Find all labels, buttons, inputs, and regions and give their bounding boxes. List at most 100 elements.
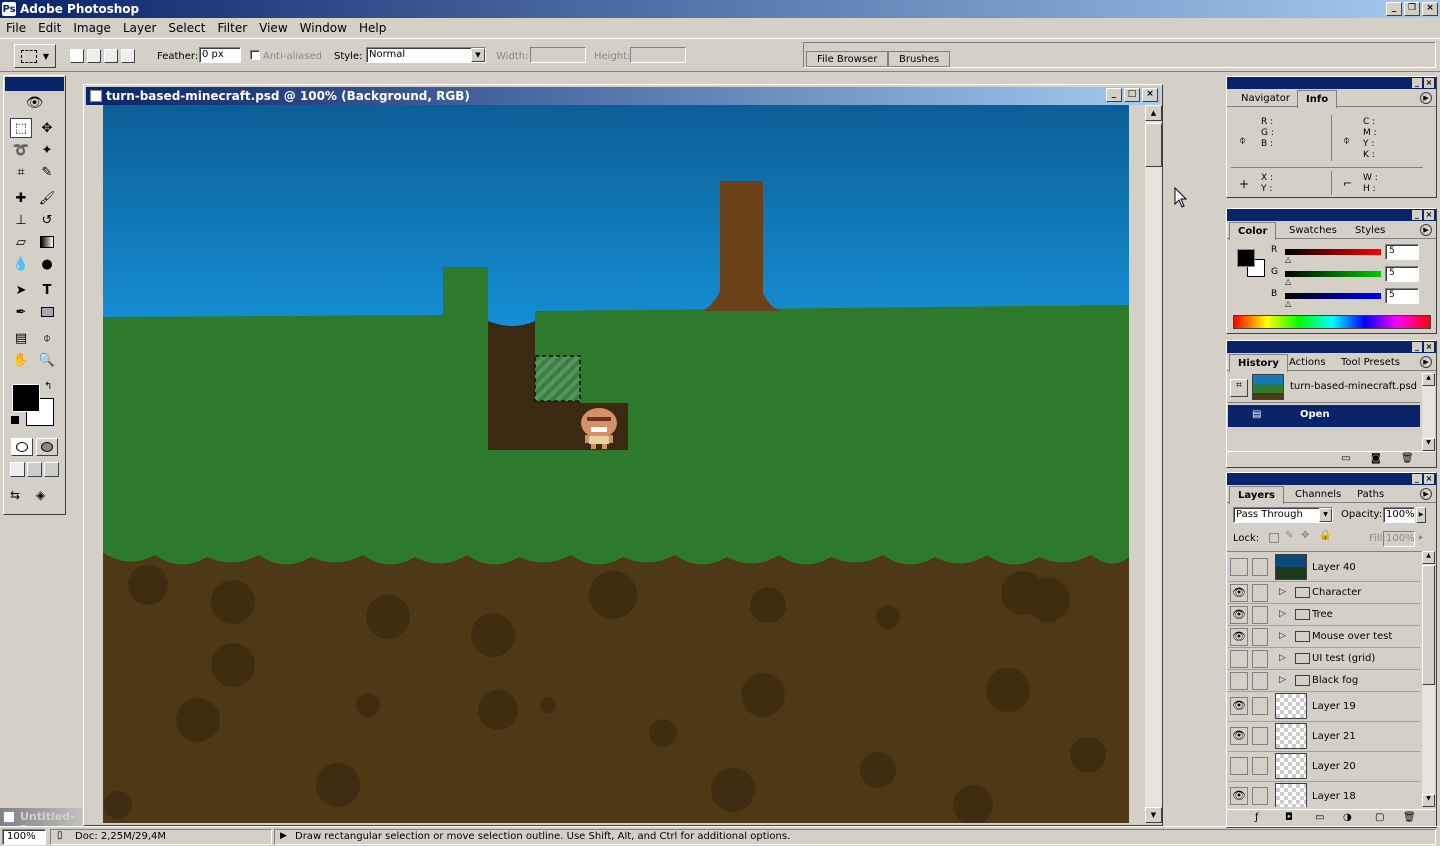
expand-arrow-icon[interactable]: ▷ <box>1279 675 1286 685</box>
menu-filter[interactable]: Filter <box>211 21 253 35</box>
notes-icon[interactable]: ▤ <box>10 328 32 348</box>
image-canvas[interactable] <box>103 105 1129 823</box>
link-toggle[interactable] <box>1252 672 1268 690</box>
color-r-input[interactable]: 5 <box>1385 244 1419 260</box>
tab-styles[interactable]: Styles <box>1349 224 1391 237</box>
layer-row[interactable]: Layer 40 <box>1228 554 1420 582</box>
tab-layers[interactable]: Layers <box>1229 486 1284 504</box>
layer-row[interactable]: Layer 20 <box>1228 752 1420 782</box>
standard-screen-icon[interactable] <box>10 462 25 477</box>
menu-view[interactable]: View <box>253 21 293 35</box>
visibility-toggle[interactable] <box>1230 757 1248 775</box>
tab-channels[interactable]: Channels <box>1289 488 1347 501</box>
layer-row[interactable]: 👁 ▷ Tree <box>1228 604 1420 626</box>
slider-r-track[interactable] <box>1285 249 1381 255</box>
palette-menu-icon[interactable]: ▶ <box>1420 488 1432 500</box>
expand-arrow-icon[interactable]: ▷ <box>1279 609 1286 619</box>
slider-r-thumb[interactable]: △ <box>1285 255 1291 264</box>
menu-window[interactable]: Window <box>294 21 353 35</box>
scroll-thumb[interactable] <box>1145 123 1162 167</box>
standard-mode-button[interactable] <box>11 438 33 456</box>
scroll-up-arrow-icon[interactable]: ▲ <box>1422 373 1435 386</box>
gradient-icon[interactable] <box>36 232 58 252</box>
lock-transparency-icon[interactable] <box>1269 533 1279 543</box>
tab-tool-presets[interactable]: Tool Presets <box>1335 356 1406 369</box>
color-foreground-swatch[interactable] <box>1237 249 1255 267</box>
layer-row[interactable]: 👁 Layer 21 <box>1228 722 1420 752</box>
link-toggle[interactable] <box>1252 584 1268 602</box>
eye-icon[interactable]: 👁 <box>1230 584 1248 602</box>
new-snapshot-icon[interactable]: ◙ <box>1371 453 1381 464</box>
type-tool-icon[interactable]: T <box>36 280 58 300</box>
pen-icon[interactable]: ✒ <box>10 302 32 322</box>
eye-icon[interactable]: 👁 <box>1230 697 1248 715</box>
minimized-document[interactable]: Untitled-2 <box>0 808 82 836</box>
eye-icon[interactable]: 👁 <box>1230 606 1248 624</box>
visibility-toggle[interactable] <box>1230 650 1248 668</box>
tab-history[interactable]: History <box>1229 354 1288 372</box>
new-layer-icon[interactable]: ▢ <box>1375 812 1384 823</box>
color-g-input[interactable]: 5 <box>1385 266 1419 282</box>
history-scrollbar[interactable]: ▲ ▼ <box>1422 373 1435 451</box>
restore-button[interactable]: ❐ <box>1404 2 1420 16</box>
link-toggle[interactable] <box>1252 650 1268 668</box>
slider-g-thumb[interactable]: △ <box>1285 277 1291 286</box>
layers-scrollbar[interactable]: ▲ ▼ <box>1422 551 1435 807</box>
link-toggle[interactable] <box>1252 697 1268 715</box>
feather-input[interactable]: 0 px <box>199 47 241 63</box>
layer-row[interactable]: ▷ UI test (grid) <box>1228 648 1420 670</box>
tab-actions[interactable]: Actions <box>1283 356 1332 369</box>
expand-arrow-icon[interactable]: ▷ <box>1279 587 1286 597</box>
link-toggle[interactable] <box>1252 628 1268 646</box>
palette-menu-icon[interactable]: ▶ <box>1420 356 1432 368</box>
layer-style-icon[interactable]: ƒ <box>1255 812 1259 823</box>
imageready-icon[interactable]: ◈ <box>36 488 58 506</box>
doc-size-panel[interactable]: ▯ Doc: 2,25M/29,4M <box>50 829 272 845</box>
doc-minimize-button[interactable]: _ <box>1106 88 1122 102</box>
foreground-color-swatch[interactable] <box>12 384 40 412</box>
rect-marquee-icon[interactable]: ⬚ <box>10 118 32 138</box>
close-button[interactable]: × <box>1422 2 1438 16</box>
eraser-icon[interactable]: ▱ <box>10 232 32 252</box>
swap-colors-icon[interactable]: ↰ <box>44 381 52 392</box>
delete-layer-icon[interactable]: 🗑 <box>1403 812 1416 823</box>
link-toggle[interactable] <box>1252 558 1268 576</box>
subtract-selection-button[interactable] <box>104 49 118 63</box>
menu-image[interactable]: Image <box>67 21 117 35</box>
brush-icon[interactable]: 🖌 <box>36 188 58 208</box>
layer-row[interactable]: ▷ Black fog <box>1228 670 1420 692</box>
link-toggle[interactable] <box>1252 606 1268 624</box>
path-select-icon[interactable]: ➤ <box>10 280 32 300</box>
scroll-down-arrow-icon[interactable]: ▼ <box>1422 794 1435 807</box>
clone-stamp-icon[interactable]: ⊥ <box>10 210 32 230</box>
zoom-icon[interactable]: 🔍 <box>36 350 58 370</box>
color-ramp-spectrum[interactable] <box>1233 315 1431 329</box>
blend-mode-dropdown[interactable]: Pass Through ▼ <box>1233 507 1333 523</box>
document-vertical-scrollbar[interactable]: ▲ ▼ <box>1145 105 1162 823</box>
opacity-input[interactable]: 100% <box>1383 507 1415 523</box>
palette-close-icon[interactable]: × <box>1424 342 1434 352</box>
tab-navigator[interactable]: Navigator <box>1235 92 1296 105</box>
zoom-input[interactable]: 100% <box>2 829 46 845</box>
scroll-down-arrow-icon[interactable]: ▼ <box>1422 438 1435 451</box>
document-title-bar[interactable]: turn-based-minecraft.psd @ 100% (Backgro… <box>86 87 1160 105</box>
new-set-icon[interactable]: ▭ <box>1315 812 1324 823</box>
palette-close-icon[interactable]: × <box>1424 474 1434 484</box>
default-colors-icon[interactable] <box>11 416 19 424</box>
slider-b-thumb[interactable]: △ <box>1285 299 1291 308</box>
visibility-toggle[interactable] <box>1230 558 1248 576</box>
history-brush-source-icon[interactable]: ⌗ <box>1230 379 1248 397</box>
eyedropper-icon[interactable]: ⌽ <box>36 328 58 348</box>
tab-brushes[interactable]: Brushes <box>888 51 951 67</box>
history-brush-icon[interactable]: ↺ <box>36 210 58 230</box>
crop-icon[interactable]: ⌗ <box>10 162 32 182</box>
palette-minimize-icon[interactable]: _ <box>1412 78 1422 88</box>
slider-g-track[interactable] <box>1285 271 1381 277</box>
tab-swatches[interactable]: Swatches <box>1283 224 1343 237</box>
link-toggle[interactable] <box>1252 757 1268 775</box>
adobe-online-icon[interactable]: 👁 <box>7 92 62 114</box>
dodge-icon[interactable]: ● <box>36 254 58 274</box>
doc-close-button[interactable]: × <box>1142 88 1158 102</box>
tab-file-browser[interactable]: File Browser <box>806 51 889 67</box>
lock-position-icon[interactable]: ✥ <box>1301 530 1309 541</box>
